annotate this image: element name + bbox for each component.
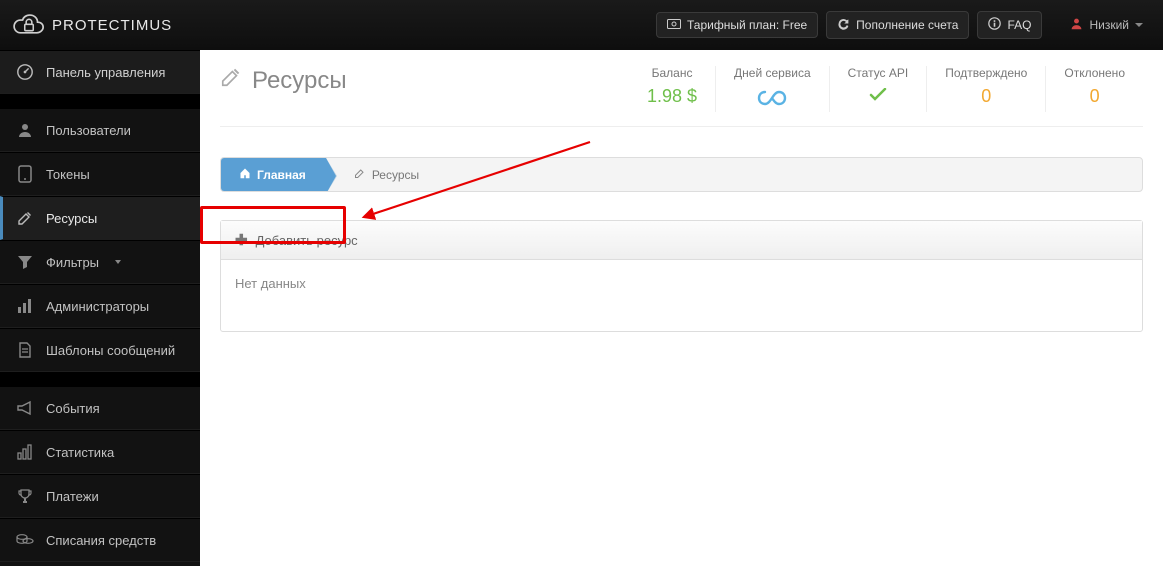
stat-label: Отклонено: [1064, 66, 1125, 80]
stat-value: 1.98 $: [647, 86, 697, 107]
sidebar-label: Панель управления: [46, 65, 165, 80]
sidebar-label: События: [46, 401, 100, 416]
cloud-lock-icon: [12, 11, 46, 39]
sidebar-item-payments[interactable]: Платежи: [0, 474, 200, 518]
sidebar-separator: [0, 372, 200, 386]
stat-label: Подтверждено: [945, 66, 1027, 80]
stat-balance: Баланс 1.98 $: [629, 66, 715, 112]
coins-icon: [16, 531, 34, 549]
page-title: Ресурсы: [220, 66, 347, 95]
topbar: PROTECTIMUS Тарифный план: Free Пополнен…: [0, 0, 1163, 50]
no-data-text: Нет данных: [235, 276, 306, 291]
stat-value: 0: [945, 86, 1027, 107]
user-icon: [16, 121, 34, 139]
money-icon: [667, 18, 681, 32]
page-header: Ресурсы Баланс 1.98 $ Дней сервиса Стату…: [220, 66, 1143, 127]
add-resource-label: Добавить ресурс: [256, 233, 358, 248]
sidebar-item-events[interactable]: События: [0, 386, 200, 430]
sidebar-label: Токены: [46, 167, 90, 182]
chevron-down-icon: [1135, 23, 1143, 27]
stat-label: Статус API: [848, 66, 909, 80]
stat-value: 0: [1064, 86, 1125, 107]
faq-label: FAQ: [1007, 18, 1031, 32]
sidebar-item-users[interactable]: Пользователи: [0, 108, 200, 152]
device-icon: [16, 165, 34, 183]
refresh-icon: [837, 17, 850, 33]
stat-api: Статус API: [829, 66, 927, 112]
resources-panel: ✚ Добавить ресурс Нет данных: [220, 220, 1143, 332]
edit-icon: [16, 209, 34, 227]
sidebar-label: Шаблоны сообщений: [46, 343, 175, 358]
sidebar: Панель управления Пользователи Токены Ре…: [0, 50, 200, 566]
main-content: Ресурсы Баланс 1.98 $ Дней сервиса Стату…: [200, 50, 1163, 566]
sidebar-label: Ресурсы: [46, 211, 97, 226]
brand-text: PROTECTIMUS: [52, 17, 172, 34]
crumb-label: Ресурсы: [372, 168, 419, 182]
stats-bar: Баланс 1.98 $ Дней сервиса Статус API По…: [629, 66, 1143, 112]
sidebar-item-templates[interactable]: Шаблоны сообщений: [0, 328, 200, 372]
filter-icon: [16, 253, 34, 271]
crumb-home[interactable]: Главная: [221, 158, 326, 191]
dashboard-icon: [16, 63, 34, 81]
sidebar-label: Списания средств: [46, 533, 156, 548]
sidebar-label: Фильтры: [46, 255, 99, 270]
stat-rejected: Отклонено 0: [1045, 66, 1143, 112]
crumb-label: Главная: [257, 168, 306, 182]
add-resource-button[interactable]: ✚ Добавить ресурс: [235, 231, 358, 249]
sidebar-item-stats[interactable]: Статистика: [0, 430, 200, 474]
topup-button[interactable]: Пополнение счета: [826, 11, 969, 39]
breadcrumb: Главная Ресурсы: [220, 157, 1143, 192]
sidebar-item-filters[interactable]: Фильтры: [0, 240, 200, 284]
bars-icon: [16, 297, 34, 315]
stat-label: Баланс: [647, 66, 697, 80]
sidebar-label: Платежи: [46, 489, 99, 504]
stat-confirmed: Подтверждено 0: [926, 66, 1045, 112]
tariff-button[interactable]: Тарифный план: Free: [656, 12, 818, 38]
info-icon: [988, 17, 1001, 33]
plus-icon: ✚: [235, 231, 248, 249]
faq-button[interactable]: FAQ: [977, 11, 1042, 39]
edit-icon: [354, 167, 366, 182]
panel-body: Нет данных: [221, 260, 1142, 331]
sidebar-label: Администраторы: [46, 299, 149, 314]
sidebar-item-dashboard[interactable]: Панель управления: [0, 50, 200, 94]
sidebar-label: Пользователи: [46, 123, 131, 138]
brand-logo[interactable]: PROTECTIMUS: [12, 11, 172, 39]
crumb-resources[interactable]: Ресурсы: [326, 158, 439, 191]
user-icon: [1070, 17, 1083, 33]
chevron-down-icon: [115, 260, 121, 264]
sidebar-item-tokens[interactable]: Токены: [0, 152, 200, 196]
home-icon: [239, 167, 251, 182]
megaphone-icon: [16, 399, 34, 417]
stat-days: Дней сервиса: [715, 66, 829, 112]
sidebar-item-resources[interactable]: Ресурсы: [0, 196, 200, 240]
document-icon: [16, 341, 34, 359]
sidebar-separator: [0, 94, 200, 108]
sidebar-item-admins[interactable]: Администраторы: [0, 284, 200, 328]
check-icon: [848, 86, 909, 107]
user-menu[interactable]: Низкий: [1062, 12, 1151, 38]
edit-icon: [220, 66, 242, 95]
tariff-label: Тарифный план: Free: [687, 18, 807, 32]
infinity-icon: [734, 86, 811, 112]
user-label: Низкий: [1089, 18, 1129, 32]
chart-icon: [16, 443, 34, 461]
sidebar-label: Статистика: [46, 445, 114, 460]
trophy-icon: [16, 487, 34, 505]
page-title-text: Ресурсы: [252, 67, 347, 95]
sidebar-item-writeoffs[interactable]: Списания средств: [0, 518, 200, 562]
stat-label: Дней сервиса: [734, 66, 811, 80]
panel-header: ✚ Добавить ресурс: [221, 221, 1142, 260]
topup-label: Пополнение счета: [856, 18, 958, 32]
